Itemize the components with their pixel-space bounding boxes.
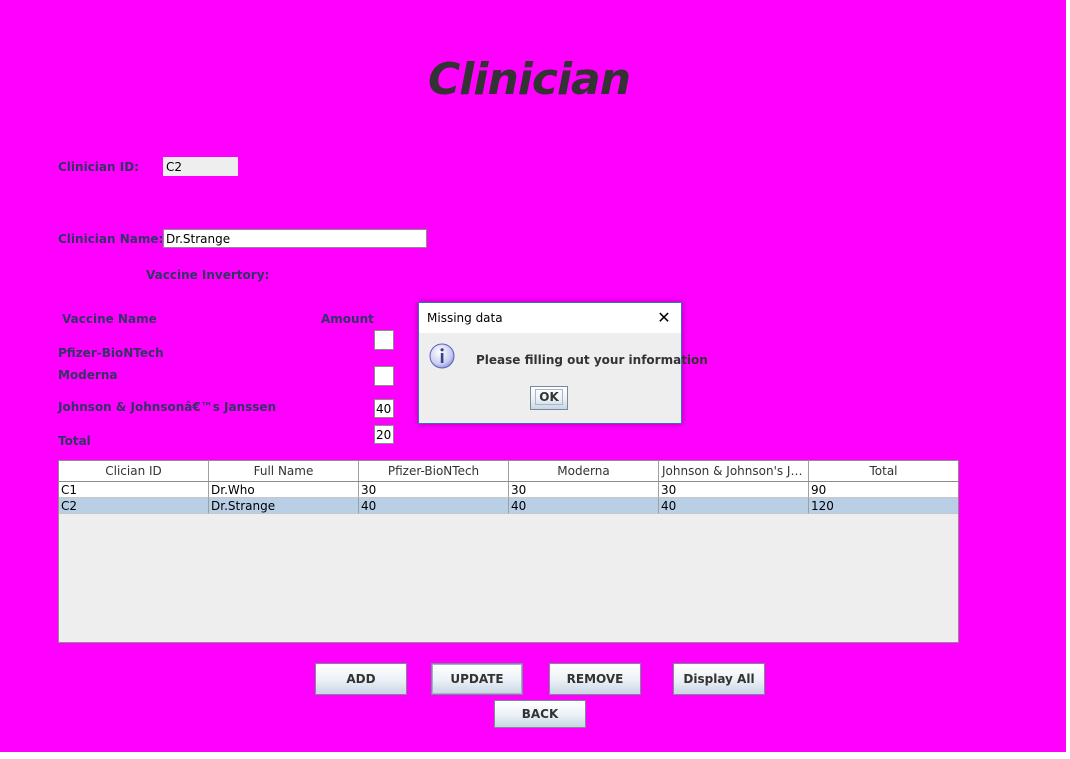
column-header-total[interactable]: Total xyxy=(809,461,958,481)
amount-header: Amount xyxy=(321,312,374,326)
close-icon[interactable]: ✕ xyxy=(651,306,677,330)
dialog-titlebar: Missing data ✕ xyxy=(419,303,681,333)
ok-button[interactable]: OK xyxy=(530,386,568,410)
table-cell: Dr.Strange xyxy=(209,498,359,514)
update-button[interactable]: UPDATE xyxy=(431,663,523,695)
vaccine-label-moderna: Moderna xyxy=(58,368,118,382)
back-button[interactable]: BACK xyxy=(494,700,586,728)
dialog-title: Missing data xyxy=(427,311,503,325)
dialog-body: Please filling out your information OK xyxy=(419,333,708,423)
table-cell: 30 xyxy=(659,482,809,498)
window-right-edge xyxy=(1066,0,1070,759)
clinician-id-label: Clinician ID: xyxy=(58,160,139,174)
clinician-id-field[interactable] xyxy=(163,157,238,176)
clinician-name-label: Clinician Name: xyxy=(58,232,164,246)
page-title: Clinician xyxy=(428,54,631,105)
column-header-pfizer[interactable]: Pfizer-BioNTech xyxy=(359,461,509,481)
total-label: Total xyxy=(58,434,91,448)
vaccine-name-header: Vaccine Name xyxy=(62,312,157,326)
moderna-amount-field[interactable] xyxy=(374,366,394,386)
info-icon xyxy=(429,343,455,369)
display-all-button[interactable]: Display All xyxy=(673,663,765,695)
table-cell: 40 xyxy=(359,498,509,514)
column-header-moderna[interactable]: Moderna xyxy=(509,461,659,481)
table-cell: Dr.Who xyxy=(209,482,359,498)
table-cell: 40 xyxy=(659,498,809,514)
table-cell: 40 xyxy=(509,498,659,514)
table-row-selected[interactable]: C2 Dr.Strange 40 40 40 120 xyxy=(59,498,958,514)
table-row[interactable]: C1 Dr.Who 30 30 30 90 xyxy=(59,482,958,498)
pfizer-amount-field[interactable] xyxy=(374,330,394,350)
missing-data-dialog: Missing data ✕ Please filling out your i… xyxy=(418,302,708,424)
dialog-message: Please filling out your information xyxy=(476,353,708,367)
vaccine-label-pfizer: Pfizer-BioNTech xyxy=(58,346,164,360)
vaccine-inventory-label: Vaccine Invertory: xyxy=(146,268,270,282)
table-cell: C2 xyxy=(59,498,209,514)
ok-button-label: OK xyxy=(535,389,563,405)
total-field[interactable] xyxy=(374,425,394,444)
table-header: Clician ID Full Name Pfizer-BioNTech Mod… xyxy=(59,461,958,482)
clinician-table[interactable]: Clician ID Full Name Pfizer-BioNTech Mod… xyxy=(58,460,959,643)
table-cell: 30 xyxy=(509,482,659,498)
column-header-clinician-id[interactable]: Clician ID xyxy=(59,461,209,481)
table-cell: 90 xyxy=(809,482,958,498)
janssen-amount-field[interactable] xyxy=(374,399,394,418)
table-cell: 120 xyxy=(809,498,958,514)
vaccine-label-janssen: Johnson & Johnsonâ€™s Janssen xyxy=(58,400,277,414)
window-bottom-edge xyxy=(0,752,1070,759)
table-cell: C1 xyxy=(59,482,209,498)
add-button[interactable]: ADD xyxy=(315,663,407,695)
column-header-janssen[interactable]: Johnson & Johnson's Ja... xyxy=(659,461,809,481)
table-cell: 30 xyxy=(359,482,509,498)
clinician-name-field[interactable] xyxy=(163,229,427,248)
app-window: Clinician Clinician ID: Clinician Name: … xyxy=(0,0,1070,759)
column-header-full-name[interactable]: Full Name xyxy=(209,461,359,481)
remove-button[interactable]: REMOVE xyxy=(549,663,641,695)
